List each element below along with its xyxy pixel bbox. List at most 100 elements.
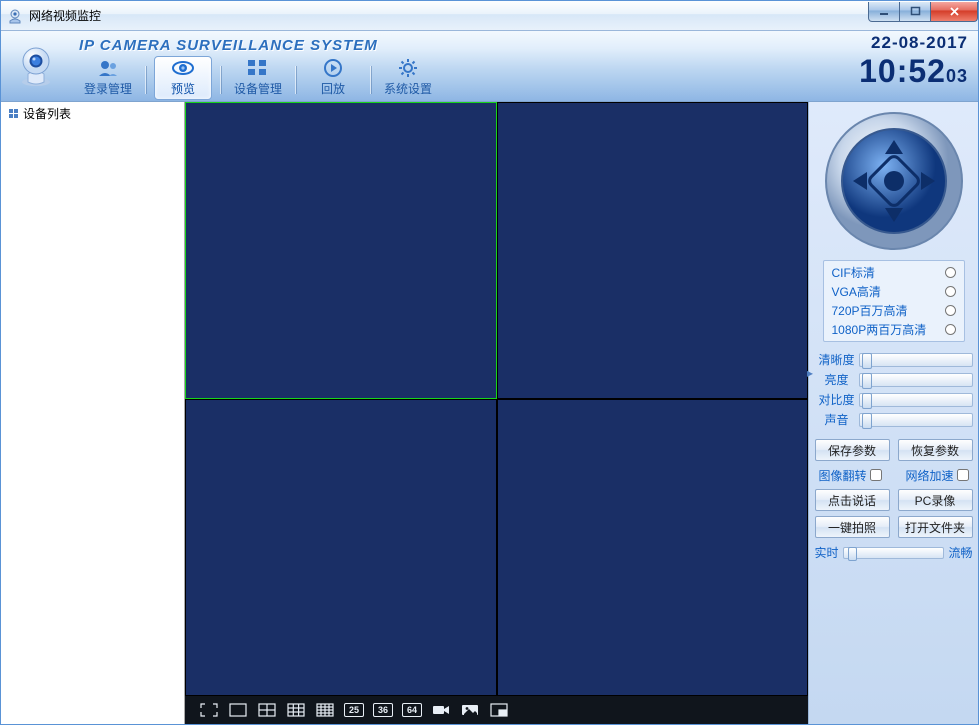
nav-login[interactable]: 登录管理 <box>79 56 137 100</box>
flip-checkbox[interactable] <box>870 469 882 481</box>
slider-thumb[interactable] <box>862 353 872 369</box>
button-grid: 保存参数 恢复参数 图像翻转 网络加速 点击说话 PC录像 一键拍照 打开文件夹 <box>815 439 973 538</box>
nav-system[interactable]: 系统设置 <box>379 56 437 100</box>
grid-icon <box>7 108 19 120</box>
video-pane-1[interactable] <box>185 102 497 399</box>
ptz-control <box>823 110 965 252</box>
app-window: 网络视频监控 IP CAMER <box>0 0 979 725</box>
ptz-center-button[interactable] <box>884 171 904 191</box>
video-toolbar: 25 36 64 <box>185 696 808 724</box>
window-buttons <box>869 2 978 22</box>
radio-720p-input[interactable] <box>945 305 956 316</box>
gear-icon <box>396 58 420 78</box>
fullscreen-button[interactable] <box>199 702 219 718</box>
radio-cif[interactable]: CIF标清 <box>824 263 964 282</box>
slider-contrast[interactable] <box>859 393 973 407</box>
radio-720p[interactable]: 720P百万高清 <box>824 301 964 320</box>
layout-9-button[interactable] <box>286 702 306 718</box>
resolution-radios: CIF标清 VGA高清 720P百万高清 1080P两百万高清 <box>823 260 965 342</box>
nav-label: 回放 <box>321 80 345 97</box>
replay-icon <box>321 58 345 78</box>
latency-right-label: 流畅 <box>948 544 972 561</box>
pc-record-button[interactable]: PC录像 <box>898 489 973 511</box>
window-titlebar: 网络视频监控 <box>1 1 978 31</box>
slider-thumb[interactable] <box>848 547 857 561</box>
app-title: IP CAMERA SURVEILLANCE SYSTEM <box>79 37 378 54</box>
layout-36-button[interactable]: 36 <box>373 703 393 717</box>
eye-icon <box>171 58 195 78</box>
latency-left-label: 实时 <box>815 544 839 561</box>
main-nav: 登录管理 预览 设备管理 回放 <box>79 56 437 100</box>
app-icon <box>7 8 23 24</box>
layout-25-button[interactable]: 25 <box>344 703 364 717</box>
nav-label: 设备管理 <box>234 80 282 97</box>
device-tree[interactable]: 设备列表 <box>1 102 185 724</box>
video-area: 25 36 64 <box>185 102 808 724</box>
nav-divider <box>145 66 146 94</box>
checkbox-row: 图像翻转 网络加速 <box>815 466 973 484</box>
slider-bright-label: 亮度 <box>815 371 859 388</box>
clock-time: 10:5203 <box>859 55 968 87</box>
radio-1080p[interactable]: 1080P两百万高清 <box>824 320 964 339</box>
device-grid-icon <box>246 58 270 78</box>
slider-thumb[interactable] <box>862 373 872 389</box>
save-params-button[interactable]: 保存参数 <box>815 439 890 461</box>
radio-vga[interactable]: VGA高清 <box>824 282 964 301</box>
maximize-button[interactable] <box>899 2 931 22</box>
slider-bright[interactable] <box>859 373 973 387</box>
restore-params-button[interactable]: 恢复参数 <box>898 439 973 461</box>
radio-cif-input[interactable] <box>945 267 956 278</box>
logo-area <box>1 31 71 101</box>
pip-button[interactable] <box>489 702 509 718</box>
minimize-button[interactable] <box>868 2 900 22</box>
slider-thumb[interactable] <box>862 413 872 429</box>
app-header: IP CAMERA SURVEILLANCE SYSTEM 登录管理 预览 <box>1 31 978 102</box>
radio-vga-input[interactable] <box>945 286 956 297</box>
open-folder-button[interactable]: 打开文件夹 <box>898 516 973 538</box>
video-pane-2[interactable] <box>497 102 809 399</box>
nav-preview[interactable]: 预览 <box>154 56 212 100</box>
accel-label: 网络加速 <box>905 467 953 484</box>
layout-16-button[interactable] <box>315 702 335 718</box>
clock: 22-08-2017 10:5203 <box>859 33 968 87</box>
tree-root[interactable]: 设备列表 <box>1 102 184 125</box>
close-button[interactable] <box>930 2 978 22</box>
layout-1-button[interactable] <box>228 702 248 718</box>
latency-row: 实时 流畅 <box>815 544 973 561</box>
picture-button[interactable] <box>460 702 480 718</box>
main-body: 设备列表 25 36 64 <box>1 102 978 724</box>
window-title: 网络视频监控 <box>29 7 101 24</box>
latency-slider[interactable] <box>843 547 945 559</box>
webcam-icon <box>14 44 58 88</box>
record-button[interactable] <box>431 702 451 718</box>
control-panel: CIF标清 VGA高清 720P百万高清 1080P两百万高清 ▸ 清晰度 亮度… <box>808 102 978 724</box>
slider-group: ▸ 清晰度 亮度 对比度 声音 <box>815 348 973 431</box>
video-pane-3[interactable] <box>185 399 497 696</box>
nav-label: 登录管理 <box>84 80 132 97</box>
snapshot-button[interactable]: 一键拍照 <box>815 516 890 538</box>
nav-divider <box>370 66 371 94</box>
slider-clarity[interactable] <box>859 353 973 367</box>
tree-root-label: 设备列表 <box>23 105 71 122</box>
layout-4-button[interactable] <box>257 702 277 718</box>
nav-device[interactable]: 设备管理 <box>229 56 287 100</box>
slider-sound[interactable] <box>859 413 973 427</box>
nav-divider <box>295 66 296 94</box>
slider-thumb[interactable] <box>862 393 872 409</box>
layout-64-button[interactable]: 64 <box>402 703 422 717</box>
nav-divider <box>220 66 221 94</box>
accel-checkbox[interactable] <box>957 469 969 481</box>
video-pane-4[interactable] <box>497 399 809 696</box>
clock-seconds: 03 <box>946 66 968 86</box>
expand-handle-icon[interactable]: ▸ <box>807 366 814 380</box>
clock-date: 22-08-2017 <box>859 33 968 53</box>
nav-label: 系统设置 <box>384 80 432 97</box>
video-grid <box>185 102 808 696</box>
nav-label: 预览 <box>171 80 195 97</box>
nav-replay[interactable]: 回放 <box>304 56 362 100</box>
talk-button[interactable]: 点击说话 <box>815 489 890 511</box>
slider-contrast-label: 对比度 <box>815 391 859 408</box>
radio-1080p-input[interactable] <box>945 324 956 335</box>
slider-sound-label: 声音 <box>815 411 859 428</box>
user-login-icon <box>96 58 120 78</box>
